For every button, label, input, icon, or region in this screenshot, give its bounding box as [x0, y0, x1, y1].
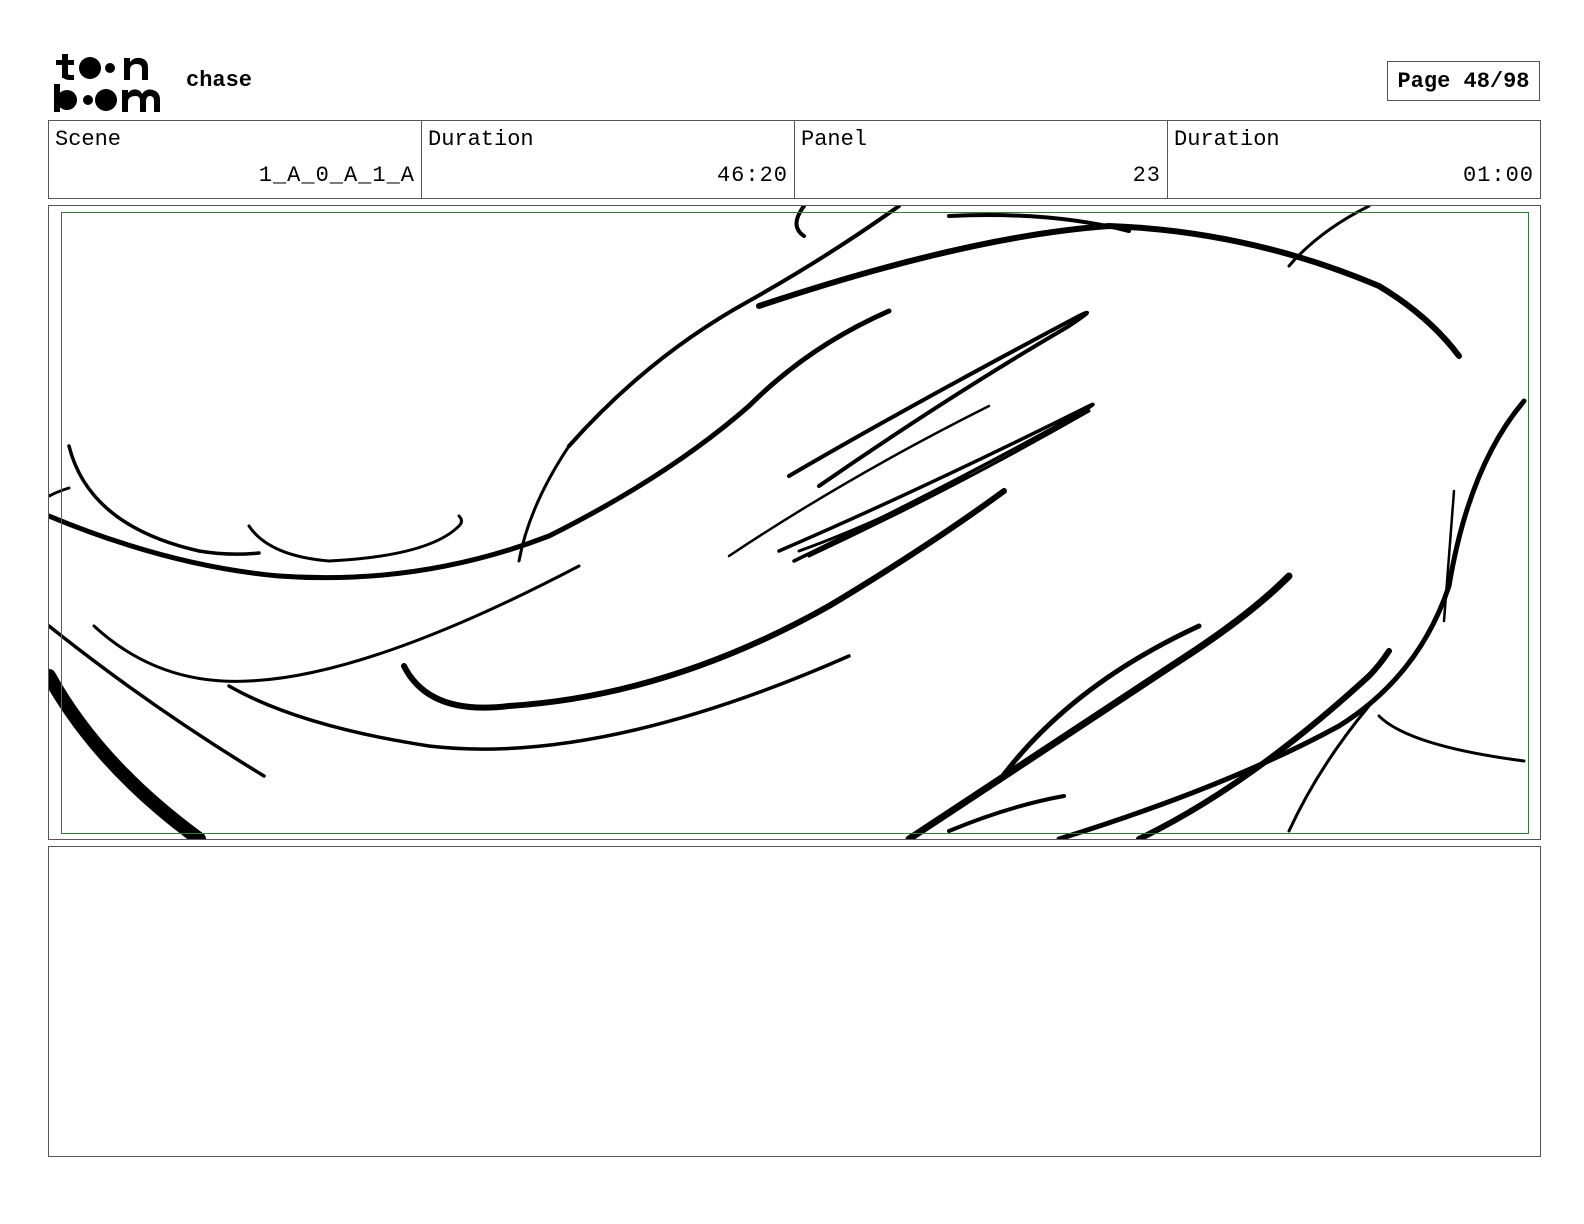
scene-duration-cell: Duration 46:20	[422, 121, 795, 198]
scene-info-table: Scene 1_A_0_A_1_A Duration 46:20 Panel 2…	[48, 120, 1541, 199]
project-title: chase	[186, 68, 253, 93]
panel-label: Panel	[801, 127, 868, 152]
scene-label: Scene	[55, 127, 122, 152]
panel-duration-label: Duration	[1174, 127, 1280, 152]
page-number: Page 48/98	[1387, 61, 1540, 101]
panel-duration-cell: Duration 01:00	[1168, 121, 1540, 198]
panel-notes-box	[48, 846, 1541, 1157]
toon-boom-logo	[50, 50, 166, 114]
panel-cell: Panel 23	[795, 121, 1168, 198]
panel-duration-value: 01:00	[1462, 163, 1534, 188]
scene-duration-value: 46:20	[716, 163, 788, 188]
hair-sketch-drawing	[49, 206, 1527, 839]
scene-value: 1_A_0_A_1_A	[258, 163, 415, 188]
storyboard-panel	[48, 205, 1541, 840]
panel-value: 23	[1132, 163, 1161, 188]
scene-cell: Scene 1_A_0_A_1_A	[49, 121, 422, 198]
scene-duration-label: Duration	[428, 127, 534, 152]
